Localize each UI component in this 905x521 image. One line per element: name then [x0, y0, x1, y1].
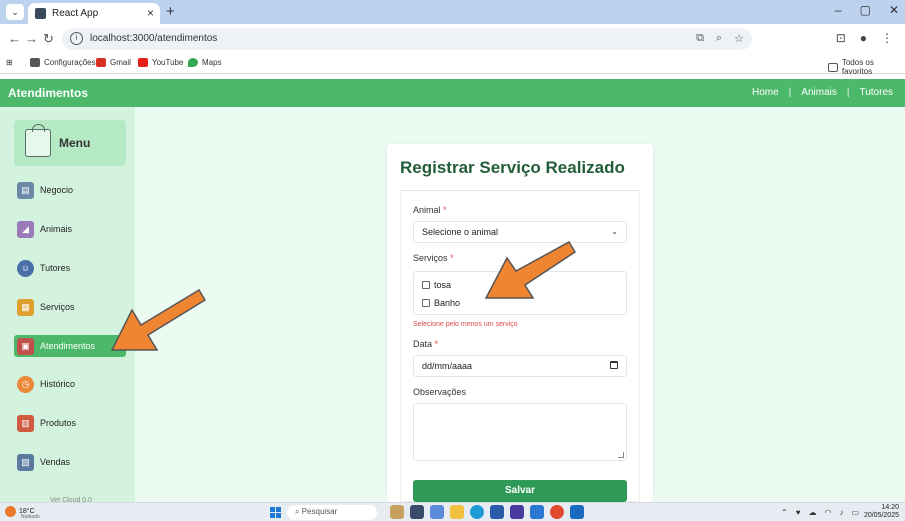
- volume-icon[interactable]: ♪: [839, 508, 843, 517]
- taskbar-edge-icon[interactable]: [470, 505, 484, 519]
- wifi-icon[interactable]: ◠: [824, 508, 831, 517]
- taskbar-jw-icon[interactable]: [510, 505, 524, 519]
- taskbar-copilot-icon[interactable]: [430, 505, 444, 519]
- windows-taskbar: 18°C Nublado ⌕ Pesquisar ⌃ ♥ ☁ ◠ ♪ ▭ 14:…: [0, 502, 905, 521]
- taskbar-task-view-icon[interactable]: [410, 505, 424, 519]
- weather-desc: Nublado: [21, 514, 40, 520]
- taskbar-explorer-icon[interactable]: [450, 505, 464, 519]
- taskbar-store-icon[interactable]: [490, 505, 504, 519]
- tray-app-icon[interactable]: ♥: [796, 508, 801, 517]
- taskbar-vscode-icon[interactable]: [530, 505, 544, 519]
- battery-icon[interactable]: ▭: [851, 508, 859, 517]
- taskbar-widget-icon[interactable]: [390, 505, 404, 519]
- annotation-arrow-services: [484, 240, 577, 299]
- taskbar-chrome-icon[interactable]: [550, 505, 564, 519]
- taskbar-clock[interactable]: 14:20 20/05/2025: [864, 504, 899, 520]
- tray-chevron-up-icon[interactable]: ⌃: [781, 508, 788, 517]
- annotation-arrows: [110, 240, 577, 351]
- taskbar-app-icon[interactable]: [570, 505, 584, 519]
- annotation-arrow-sidebar: [110, 288, 207, 351]
- weather-icon: [5, 506, 16, 517]
- windows-start-icon[interactable]: [270, 507, 281, 518]
- tray-cloud-icon[interactable]: ☁: [808, 508, 816, 517]
- taskbar-search[interactable]: ⌕ Pesquisar: [287, 505, 377, 520]
- taskbar-apps: [390, 505, 584, 519]
- system-tray: ⌃ ♥ ☁ ◠ ♪ ▭: [781, 508, 859, 517]
